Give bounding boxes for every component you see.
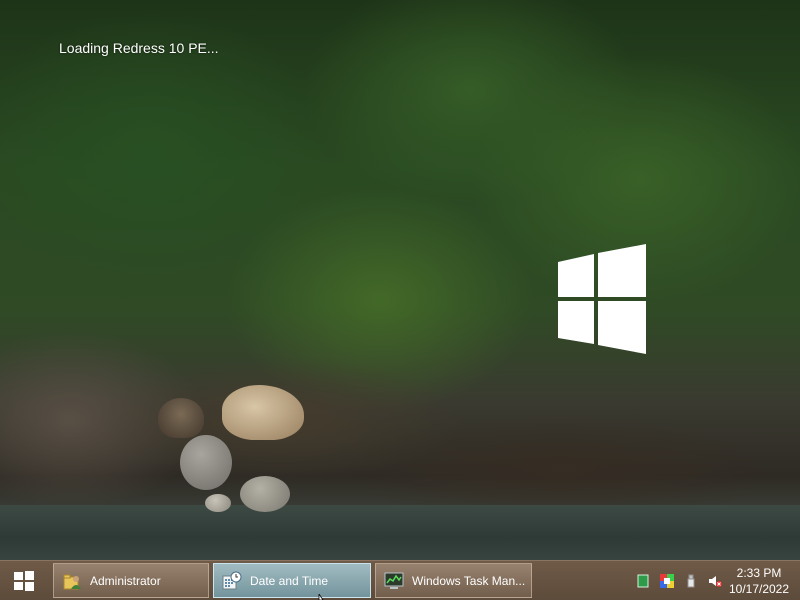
clock-date: 10/17/2022 — [728, 582, 790, 596]
calendar-clock-icon — [222, 571, 242, 589]
taskbar-button-label: Windows Task Man... — [412, 573, 526, 588]
taskbar: Administrator Date and Time Windows Task… — [0, 560, 800, 600]
clock-time: 2:33 PM — [736, 566, 782, 580]
windows-start-icon — [14, 570, 34, 591]
task-manager-icon — [384, 572, 404, 589]
bear-cub — [158, 398, 204, 438]
taskbar-button-label: Administrator — [90, 573, 161, 588]
color-palette-icon[interactable] — [660, 573, 674, 588]
usb-drive-icon[interactable] — [684, 574, 698, 588]
rock — [205, 494, 231, 512]
taskbar-clock[interactable]: 2:33 PM 10/17/2022 — [722, 563, 796, 600]
rock — [240, 476, 290, 512]
loading-message: Loading Redress 10 PE... — [59, 40, 219, 56]
windows-logo-icon — [558, 244, 646, 354]
start-button[interactable] — [0, 561, 48, 600]
mouse-cursor-icon — [318, 594, 324, 600]
bear — [222, 385, 304, 440]
taskbar-button-task-manager[interactable]: Windows Task Man... — [375, 563, 532, 598]
system-tray — [630, 561, 726, 600]
rock — [180, 435, 232, 490]
desktop-background: Loading Redress 10 PE... — [0, 0, 800, 560]
water-area — [0, 505, 800, 560]
speaker-muted-icon[interactable] — [708, 574, 722, 588]
taskbar-button-administrator[interactable]: Administrator — [53, 563, 209, 598]
green-square-icon[interactable] — [636, 574, 650, 588]
taskbar-button-label: Date and Time — [250, 573, 329, 588]
user-folder-icon — [63, 574, 81, 589]
taskbar-button-date-and-time[interactable]: Date and Time — [213, 563, 371, 598]
